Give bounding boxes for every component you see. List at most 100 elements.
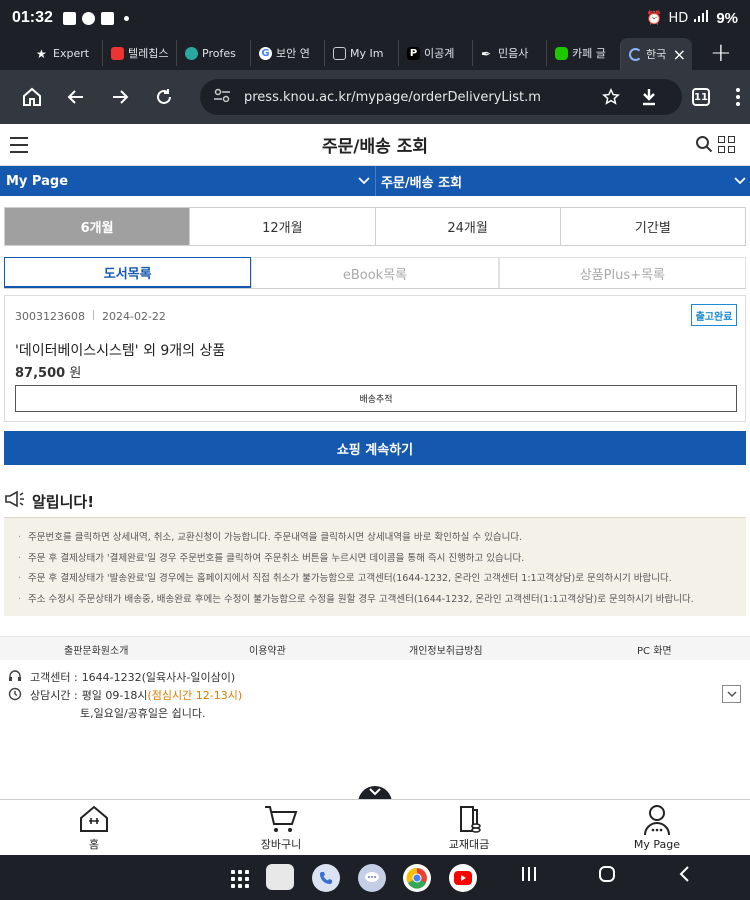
tab-label: 보안 연 [276, 47, 310, 60]
tab-label: 이공계 [424, 47, 455, 60]
bottom-nav-cart-label: 장바구니 [260, 838, 302, 851]
back-button-icon[interactable] [678, 865, 690, 887]
tab-6-months[interactable]: 6개월 [5, 208, 190, 245]
back-icon[interactable] [54, 75, 98, 119]
period-tabs: 6개월 12개월 24개월 기간별 [4, 207, 746, 246]
recent-app-thumb-icon[interactable] [266, 864, 294, 890]
home-button-icon[interactable] [598, 865, 616, 887]
youtube-icon[interactable] [449, 864, 477, 892]
bottom-nav-cart[interactable]: 장바구니 [231, 804, 331, 852]
close-icon[interactable]: × [673, 45, 686, 64]
notice-item: 주문번호를 클릭하면 상세내역, 취소, 교환신청이 가능합니다. 주문내역을 … [18, 528, 746, 549]
home-icon[interactable] [10, 75, 54, 119]
download-icon[interactable] [630, 88, 668, 106]
pentagon-icon [185, 46, 198, 60]
bottom-nav-mypage[interactable]: My Page [607, 804, 707, 851]
browser-tab[interactable]: G 보안 연 [250, 40, 324, 66]
order-product-name[interactable]: '데이터베이스시스템' 외 9개의 상품 [15, 340, 225, 360]
tab-product-plus[interactable]: 상품Plus+목록 [498, 257, 746, 288]
clock-icon [8, 687, 24, 704]
textbook-payment-icon [460, 806, 481, 833]
cart-icon [265, 806, 298, 832]
notice-item: 주소 수정시 주문상태가 배송중, 배송완료 후에는 수정이 불가능함으로 수정… [18, 590, 746, 611]
nav-order-delivery[interactable]: 주문/배송 조회 [381, 166, 462, 196]
bottom-nav-textbook-payment[interactable]: 교재대금 [419, 804, 519, 852]
alert-icon [100, 11, 114, 25]
browser-tab[interactable]: ✒ 민음사 [472, 40, 546, 66]
browser-tab-active[interactable]: 한국 × [620, 38, 692, 70]
headset-icon [8, 669, 24, 686]
cs-phone-value: 1644-1232(일육사사-일이삼이) [81, 671, 236, 684]
link-about[interactable]: 출판문화원소개 [64, 642, 128, 657]
browser-tab[interactable]: 카페 글 [546, 40, 620, 66]
google-icon: G [259, 46, 272, 60]
tab-24-months[interactable]: 24개월 [374, 208, 560, 245]
bottom-nav-textbook-payment-label: 교재대금 [448, 838, 490, 851]
footer-links: 출판문화원소개 이용약관 개인정보취급방침 PC 화면 [0, 636, 750, 660]
expand-chevron-button[interactable] [722, 685, 741, 703]
android-nav-bar [0, 855, 750, 900]
chevron-down-icon[interactable] [358, 166, 370, 196]
home-icon [80, 805, 108, 832]
all-menu-grid-icon[interactable] [718, 136, 735, 153]
image-icon [333, 46, 346, 60]
tab-label: Expert [53, 46, 90, 60]
url-field[interactable]: press.knou.ac.kr/mypage/orderDeliveryLis… [200, 79, 682, 115]
tab-label: Profes [202, 46, 236, 60]
recents-icon[interactable] [521, 865, 537, 887]
tab-label: My Im [350, 46, 384, 60]
reload-icon[interactable] [142, 75, 186, 119]
chrome-icon[interactable] [403, 864, 431, 892]
notice-box: 주문번호를 클릭하면 상세내역, 취소, 교환신청이 가능합니다. 주문내역을 … [4, 517, 746, 616]
address-bar: press.knou.ac.kr/mypage/orderDeliveryLis… [0, 70, 750, 124]
order-meta: 3003123608 2024-02-22 [15, 310, 166, 323]
bookmark-star-icon[interactable] [592, 88, 630, 106]
order-price-currency: 원 [69, 366, 82, 381]
phone-icon[interactable] [312, 864, 340, 892]
order-date: 2024-02-22 [102, 310, 166, 323]
browser-tab[interactable]: P 이공계 [398, 40, 472, 66]
notice-title: 알립니다! [32, 492, 95, 511]
new-tab-icon[interactable]: + [710, 38, 732, 68]
customer-service: 고객센터 : 1644-1232(일육사사-일이삼이) 상담시간 : 평일 09… [8, 668, 242, 722]
tab-custom-period[interactable]: 기간별 [559, 208, 745, 245]
browser-tab[interactable]: 텔레칩스 [102, 40, 176, 66]
order-number[interactable]: 3003123608 [15, 310, 85, 323]
bottom-nav-home[interactable]: 홈 [44, 804, 144, 852]
tab-ebooks[interactable]: eBook목록 [251, 257, 499, 288]
order-price-value: 87,500 [15, 366, 66, 381]
browser-tab[interactable]: Profes [176, 40, 250, 66]
status-bar: 01:32 ⏰ HD 9% [0, 0, 750, 36]
continue-shopping-button[interactable]: 쇼핑 계속하기 [4, 431, 746, 465]
app-drawer-icon[interactable] [231, 870, 249, 888]
notice-header: 알립니다! [4, 490, 94, 512]
chat-icon [81, 11, 95, 25]
tab-books[interactable]: 도서목록 [4, 257, 252, 288]
link-privacy[interactable]: 개인정보취급방침 [409, 642, 483, 657]
search-icon[interactable] [695, 135, 713, 157]
bottom-nav-mypage-label: My Page [633, 838, 681, 851]
link-pc-view[interactable]: PC 화면 [637, 642, 672, 657]
browser-tab[interactable]: ★ Expert [28, 40, 102, 66]
track-delivery-button[interactable]: 배송추적 [15, 385, 737, 412]
site-settings-icon[interactable] [214, 88, 234, 106]
nav-mypage[interactable]: My Page [6, 166, 68, 196]
nav-mypage-label: My Page [6, 173, 69, 189]
notice-item: 주문 후 결제상태가 '결제완료'일 경우 주문번호를 클릭하여 주문취소 버튼… [18, 549, 746, 570]
hamburger-menu-icon[interactable] [10, 137, 28, 158]
browser-tab[interactable]: My Im [324, 40, 398, 66]
tab-12-months[interactable]: 12개월 [189, 208, 374, 245]
location-nav: My Page 주문/배송 조회 [0, 166, 750, 196]
page-title: 주문/배송 조회 [322, 137, 428, 157]
gallery-icon [62, 11, 76, 25]
link-terms[interactable]: 이용약관 [249, 642, 286, 657]
cs-hours-value: 평일 09-18시 [81, 689, 148, 702]
menu-more-icon[interactable] [736, 88, 740, 106]
cs-hours-label: 상담시간 : [30, 689, 78, 702]
chevron-down-icon[interactable] [734, 166, 746, 196]
product-tabs: 도서목록 eBook목록 상품Plus+목록 [4, 257, 746, 289]
messages-icon[interactable] [358, 864, 386, 892]
forward-icon[interactable] [98, 75, 142, 119]
tab-switcher-button[interactable]: 11 [692, 88, 710, 106]
cs-closed: 토,일요일/공휴일은 쉽니다. [80, 707, 206, 720]
